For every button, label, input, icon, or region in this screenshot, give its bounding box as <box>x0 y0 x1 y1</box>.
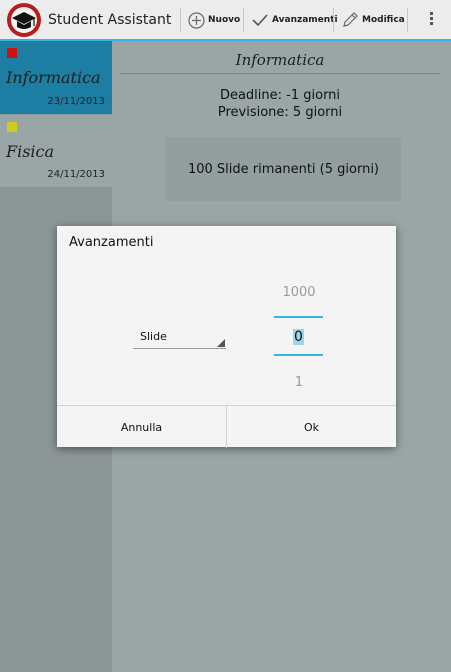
add-circle-icon <box>188 11 205 29</box>
subject-name: Informatica <box>6 68 101 87</box>
subject-date: 23/11/2013 <box>47 96 105 107</box>
action-separator <box>407 8 408 32</box>
number-picker-divider-top <box>274 316 323 318</box>
checkmark-icon <box>252 14 268 27</box>
number-picker-current: 0 <box>293 329 304 345</box>
unit-spinner[interactable]: Slide <box>133 326 226 349</box>
pencil-icon <box>343 12 358 27</box>
number-picker-input[interactable]: 0 <box>274 325 323 351</box>
deadline-text: Deadline: -1 giorni <box>219 88 341 103</box>
progress-dialog: Avanzamenti Slide 1000 0 1 Annulla Ok <box>57 226 396 448</box>
edit-button-label: Modifica <box>362 15 405 25</box>
dropdown-arrow-icon <box>217 339 225 347</box>
progress-button-label: Avanzamenti <box>272 15 338 25</box>
title-divider <box>120 73 440 74</box>
action-separator <box>243 8 244 32</box>
number-picker-previous[interactable]: 1000 <box>275 285 323 300</box>
app-title: Student Assistant <box>48 12 172 28</box>
list-item-informatica[interactable]: Informatica 23/11/2013 <box>0 41 112 114</box>
subject-name: Fisica <box>6 142 55 161</box>
dialog-title: Avanzamenti <box>69 235 154 250</box>
progress-button[interactable]: Avanzamenti <box>251 0 338 40</box>
action-bar: Student Assistant Nuovo Avanzamenti Modi… <box>0 0 451 41</box>
action-separator <box>333 8 334 32</box>
unit-spinner-value: Slide <box>140 330 167 343</box>
number-picker-divider-bottom <box>274 354 323 356</box>
overflow-menu-icon[interactable] <box>424 10 438 30</box>
dialog-button-bar: Annulla Ok <box>57 405 396 448</box>
new-button[interactable]: Nuovo <box>188 0 240 40</box>
subject-date: 24/11/2013 <box>47 169 105 180</box>
detail-title: Informatica <box>235 51 325 69</box>
ok-button[interactable]: Ok <box>227 406 396 448</box>
remaining-slides-box: 100 Slide rimanenti (5 giorni) <box>166 137 401 201</box>
cancel-button[interactable]: Annulla <box>57 406 226 448</box>
color-swatch <box>7 48 17 58</box>
edit-button[interactable]: Modifica <box>341 0 405 40</box>
number-picker-next[interactable]: 1 <box>275 375 323 390</box>
graduation-cap-icon[interactable] <box>6 2 42 38</box>
forecast-text: Previsione: 5 giorni <box>217 105 343 120</box>
list-item-fisica[interactable]: Fisica 24/11/2013 <box>0 115 112 188</box>
action-separator <box>180 8 181 32</box>
new-button-label: Nuovo <box>208 15 241 25</box>
color-swatch <box>7 122 17 132</box>
